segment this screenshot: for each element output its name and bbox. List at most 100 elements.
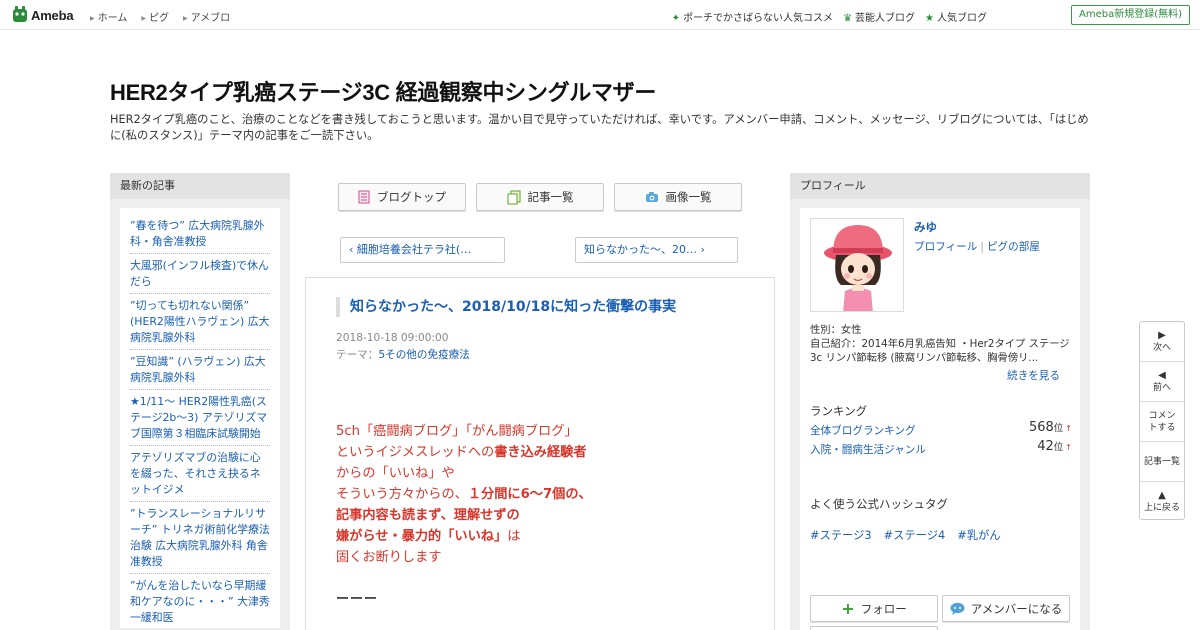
recent-post-item[interactable]: ”切っても切れない関係” (HER2陽性ハラヴェン) 広大病院乳腺外科 [130,294,270,350]
ranking-unit: 位 [1053,442,1064,453]
prev-article-link[interactable]: ‹ 細胞培養会社テラ社(… [340,237,505,263]
ranking-number: 568 [1028,420,1054,435]
ranking-label: 全体ブログランキング [810,425,916,437]
article-theme-link[interactable]: 5その他の免疫療法 [378,349,470,361]
ameba-logo[interactable]: Ameba [12,6,74,24]
recent-post-item[interactable]: アテゾリズマブの治験に心を綴った、それさえ抉るネットイジメ [130,446,270,502]
left-sidebar: 最新の記事 ”春を待つ” 広大病院乳腺外科・角舎准教授 大風邪(インフル検査)で… [110,173,290,630]
recent-post-item[interactable]: ”がんを治したいなら早期緩和ケアなのに・・・” 大津秀一緩和医 [130,574,270,628]
amember-label: アメンバーになる [970,601,1063,616]
sparkle-icon: ✦ [671,13,681,24]
right-sidebar: プロフィール みゆ プロフィール | ピグの部屋 性別：女性 自己紹介：2014… [790,173,1090,630]
link-cosme[interactable]: ✦ ポーチでかさばらない人気コスメ [672,9,833,24]
hashtag-link[interactable]: #ステージ4 [884,527,946,543]
follow-label: フォロー [860,601,907,616]
link-cosme-label: ポーチでかさばらない人気コスメ [683,13,834,24]
chevron-left-icon: ‹ [349,243,357,256]
next-button[interactable]: ▶ 次へ [1140,322,1184,362]
recent-post-item[interactable]: ”春を待つ” 広大病院乳腺外科・角舎准教授 [130,214,270,254]
chat-icon [950,602,965,615]
blog-description: HER2タイプ乳癌のこと、治療のことなどを書き残しておこうと思います。温かい目で… [110,113,1089,142]
crown-icon: ♛ [843,13,853,24]
global-nav: ▶ ホーム ▶ ピグ ▶ アメブロ [90,9,230,24]
arrow-up-icon: ↑ [1065,424,1072,433]
avatar-image [824,225,892,311]
link-popular-blog[interactable]: ★ 人気ブログ [925,9,987,24]
image-list-button[interactable]: 画像一覧 [614,183,742,211]
article-text-run: １分間に6～7個の、 [467,487,592,502]
link-popular-label: 人気ブログ [937,13,987,24]
profile-intro: 自己紹介：2014年6月乳癌告知 ・Her2タイプ ステージ3c リンパ節転移 … [810,338,1070,364]
pages-icon [507,190,520,204]
ranking-overall[interactable]: 全体ブログランキング 568位 ↑ [810,420,1072,438]
nav-home-label: ホーム [97,13,128,24]
back-to-top-button[interactable]: ▲ 上に戻る [1140,482,1184,522]
article-line: 固くお断りします [336,547,592,568]
comment-button[interactable]: コメントする [1140,402,1184,442]
ranking-label: 入院・闘病生活ジャンル [810,444,927,456]
nav-home[interactable]: ▶ ホーム [90,9,127,24]
article-list-button[interactable]: 記事一覧 [476,183,604,211]
article-body: 5ch「癌闘病ブログ」「がん闘病ブログ」 というイジメスレッドへの書き込み経験者か… [336,421,592,568]
recent-post-item[interactable]: ★1/11～ HER2陽性乳癌(ステージ2b～3) アテゾリズマブ国際第３相臨床… [130,390,270,446]
recent-post-item[interactable]: ”豆知識” (ハラヴェン) 広大病院乳腺外科 [130,350,270,390]
blog-top-label: ブログトップ [377,190,446,204]
article-text-run: 固くお断りします [336,550,442,565]
triangle-right-icon: ▶ [182,15,188,22]
recent-post-item[interactable]: ”トランスレーショナルリサーチ” トリネガ術前化学療法治験 広大病院乳腺外科 角… [130,502,270,574]
read-more-link[interactable]: 続きを見る [1007,368,1060,383]
article-text-run: からの「いいね」や [336,466,455,481]
amember-button[interactable]: アメンバーになる [942,595,1070,622]
prev-button[interactable]: ◀ 前へ [1140,362,1184,402]
article-title[interactable]: 知らなかった～、2018/10/18に知った衝撃の事実 [336,297,676,317]
star-icon: ★ [925,13,934,24]
article-separator: ーーー [336,592,379,607]
article-list-nav-button[interactable]: 記事一覧 [1140,442,1184,482]
article-theme-prefix: テーマ： [336,349,379,361]
article-line: からの「いいね」や [336,463,592,484]
article-line: 5ch「癌闘病ブログ」「がん闘病ブログ」 [336,421,592,442]
blog-title[interactable]: HER2タイプ乳癌ステージ3C 経過観察中シングルマザー [110,75,656,107]
nav-pigg[interactable]: ▶ ピグ [141,9,169,24]
prev-article-label: 細胞培養会社テラ社(… [356,243,472,256]
recent-post-item[interactable]: 大風邪(インフル検査)で休んだら [130,254,270,294]
article-list-label: 記事一覧 [527,190,574,204]
back-to-top-label: 上に戻る [1143,503,1180,513]
hashtag-link[interactable]: #乳がん [957,527,1000,543]
article-line: 嫌がらせ・暴力的「いいね」は [336,526,592,547]
follow-button[interactable]: + フォロー [810,595,938,622]
next-label: 次へ [1152,342,1171,353]
hashtag-link[interactable]: #ステージ3 [810,527,872,543]
article-text-run: は [507,529,521,544]
ranking-value: 42位 ↑ [1037,439,1072,454]
floating-nav: ▶ 次へ ◀ 前へ コメントする 記事一覧 ▲ 上に戻る [1139,321,1185,520]
article-line: そういう方々からの、１分間に6～7個の、 [336,484,592,505]
profile-extra-button[interactable] [810,626,938,630]
nav-ameblo[interactable]: ▶ アメブロ [183,9,230,24]
triangle-left-icon: ◀ [1158,369,1166,381]
global-header: Ameba ▶ ホーム ▶ ピグ ▶ アメブロ ✦ ポーチでかさばらない人気コスメ ♛ 芸… [0,0,1200,30]
profile-links: プロフィール | ピグの部屋 [914,239,1040,254]
next-article-link[interactable]: 知らなかった～、20… › [575,237,738,263]
profile-heading: プロフィール [790,173,1090,199]
comment-label: コメントする [1148,410,1176,433]
link-celebrity-blog[interactable]: ♛ 芸能人ブログ [843,9,915,24]
register-button[interactable]: Ameba新規登録(無料) [1070,5,1190,25]
ranking-genre[interactable]: 入院・闘病生活ジャンル 42位 ↑ [810,439,1072,457]
pigg-room-link[interactable]: ピグの部屋 [987,241,1040,253]
profile-link[interactable]: プロフィール [914,241,977,253]
ranking-number: 42 [1037,439,1054,454]
profile-gender: 性別：女性 [810,324,862,336]
nav-pigg-label: ピグ [148,13,169,24]
article-text-run: そういう方々からの、 [336,487,468,502]
avatar[interactable] [810,218,904,312]
ameba-logo-icon [13,6,27,22]
blog-top-button[interactable]: ブログトップ [338,183,466,211]
article-text-run: 嫌がらせ・暴力的「いいね」 [336,529,508,544]
triangle-right-icon: ▶ [90,15,95,22]
profile-name[interactable]: みゆ [914,219,937,235]
recent-posts-list: ”春を待つ” 広大病院乳腺外科・角舎准教授 大風邪(インフル検査)で休んだら ”… [120,208,280,628]
article-line: 記事内容も読まず、理解せずの [336,505,592,526]
hashtag-list: #ステージ3 #ステージ4 #乳がん [810,527,1001,543]
article-text-run: 5ch「癌闘病ブログ」「がん闘病ブログ」 [336,424,578,439]
